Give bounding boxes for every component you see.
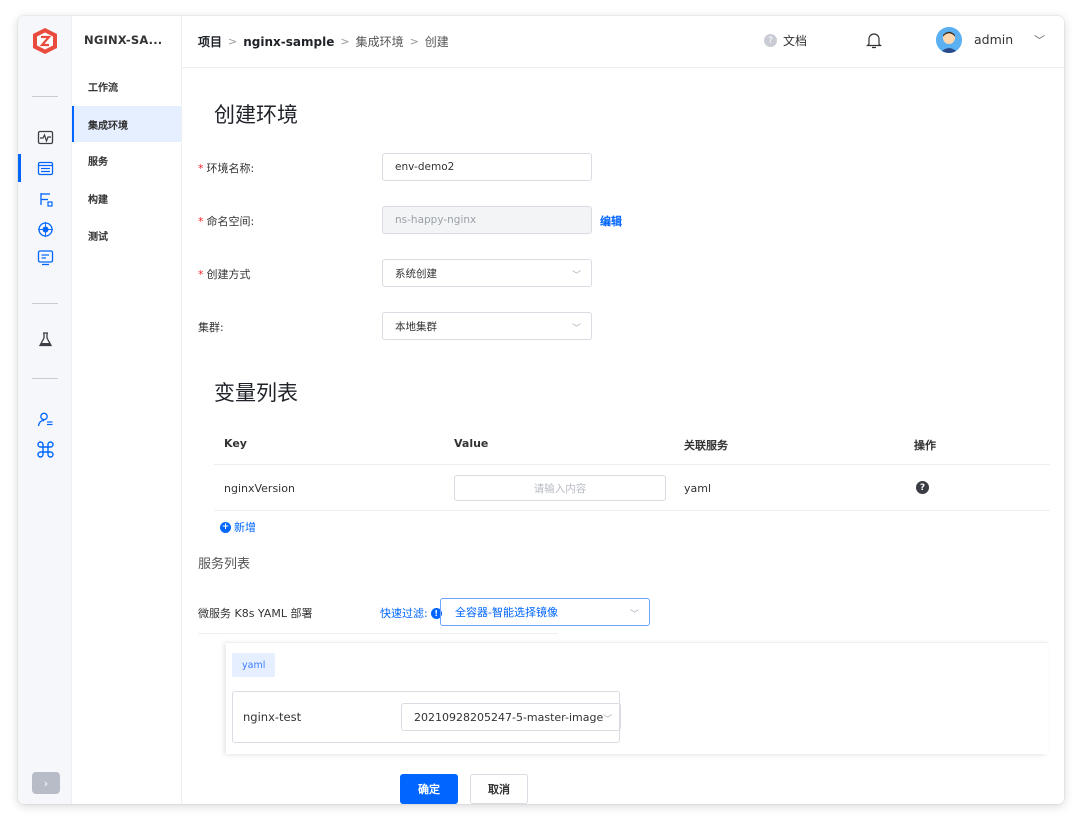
sidebar-item-build[interactable]: 构建 <box>72 180 181 216</box>
app-window: › NGINX-SA... 工作流 集成环境 服务 构建 测试 项目 > ngi… <box>18 16 1064 804</box>
breadcrumb-projects[interactable]: 项目 <box>198 33 222 50</box>
project-name[interactable]: NGINX-SA... <box>84 33 162 47</box>
quick-filter-value: 全容器-智能选择镜像 <box>455 606 558 619</box>
username[interactable]: admin <box>974 32 1013 47</box>
namespace-label: * 命名空间: <box>198 215 255 228</box>
docs-label: 文档 <box>783 34 808 48</box>
project-sidebar: NGINX-SA... 工作流 集成环境 服务 构建 测试 <box>72 16 182 804</box>
col-header-action: 操作 <box>914 439 936 452</box>
cluster-label: 集群: <box>198 321 224 334</box>
breadcrumb-create: 创建 <box>424 35 449 49</box>
project-list-icon[interactable] <box>32 157 58 179</box>
sidebar-item-services[interactable]: 服务 <box>72 142 181 178</box>
section-divider <box>198 633 558 634</box>
col-header-key: Key <box>224 437 247 450</box>
command-icon[interactable] <box>32 438 58 460</box>
service-row: nginx-test 20210928205247-5-master-image… <box>232 691 621 743</box>
var-key-cell: nginxVersion <box>224 482 295 495</box>
help-circle-icon: ? <box>764 34 777 47</box>
logo-icon[interactable] <box>30 26 60 56</box>
add-variable-button[interactable]: + 新增 <box>220 519 256 535</box>
top-header: 项目 > nginx-sample > 集成环境 > 创建 ? 文档 admin… <box>182 16 1064 68</box>
image-value: 20210928205247-5-master-image <box>414 710 604 724</box>
chevron-right-icon: › <box>43 776 49 790</box>
col-header-service: 关联服务 <box>684 439 728 452</box>
confirm-button[interactable]: 确定 <box>400 774 458 804</box>
collapse-sidebar-button[interactable]: › <box>32 772 60 794</box>
rail-divider <box>32 96 58 97</box>
breadcrumb: 项目 > nginx-sample > 集成环境 > 创建 <box>198 33 449 50</box>
breadcrumb-project[interactable]: nginx-sample <box>243 35 334 49</box>
chevron-down-icon: ﹀ <box>571 271 581 281</box>
env-name-label: * 环境名称: <box>198 162 255 175</box>
create-method-value: 系统创建 <box>395 267 437 280</box>
create-method-select[interactable]: 系统创建 ﹀ <box>382 259 592 287</box>
rail-divider <box>32 378 58 379</box>
breadcrumb-separator: > <box>340 35 350 48</box>
chevron-down-icon: ﹀ <box>602 715 612 725</box>
chevron-down-icon: ﹀ <box>571 324 581 334</box>
breadcrumb-environments[interactable]: 集成环境 <box>356 33 404 50</box>
main-content: 创建环境 * 环境名称: env-demo2 * 命名空间: ns-happy-ng… <box>182 69 1064 804</box>
tree-icon[interactable] <box>32 188 58 210</box>
sidebar-item-test[interactable]: 测试 <box>72 217 181 253</box>
rail-divider <box>32 303 58 304</box>
create-method-label: * 创建方式 <box>198 268 251 281</box>
env-name-input[interactable]: env-demo2 <box>382 153 592 181</box>
var-service-cell: yaml <box>684 482 712 495</box>
sidebar-item-workflow[interactable]: 工作流 <box>72 68 181 104</box>
service-group-card: yaml nginx-test 20210928205247-5-master-… <box>226 642 1048 754</box>
bell-icon[interactable] <box>866 31 882 49</box>
docs-link[interactable]: ? 文档 <box>764 32 807 49</box>
monitor-icon[interactable] <box>32 126 58 148</box>
cancel-button[interactable]: 取消 <box>470 774 528 804</box>
flask-icon[interactable] <box>32 328 58 350</box>
var-value-input[interactable]: 请输入内容 <box>454 475 666 501</box>
chevron-down-icon[interactable]: ﹀ <box>1034 32 1045 48</box>
cluster-select[interactable]: 本地集群 ﹀ <box>382 312 592 340</box>
quick-filter-select[interactable]: 全容器-智能选择镜像 ﹀ <box>440 598 650 626</box>
avatar[interactable] <box>936 27 962 53</box>
service-tag[interactable]: yaml <box>232 653 276 677</box>
image-select[interactable]: 20210928205247-5-master-image ﹀ <box>401 703 621 731</box>
edit-namespace-link[interactable]: 编辑 <box>600 213 622 229</box>
quick-filter-label: 快速过滤: ! <box>380 605 442 621</box>
user-settings-icon[interactable] <box>32 408 58 430</box>
deploy-type-label: 微服务 K8s YAML 部署 <box>198 607 313 620</box>
rail-active-indicator <box>18 154 21 182</box>
chevron-down-icon: ﹀ <box>629 610 639 620</box>
monitor-desktop-icon[interactable] <box>32 246 58 268</box>
cluster-value: 本地集群 <box>395 320 437 333</box>
breadcrumb-separator: > <box>228 35 238 48</box>
service-name: nginx-test <box>243 710 302 724</box>
plus-circle-icon: + <box>220 521 231 533</box>
add-variable-label: 新增 <box>234 521 256 534</box>
page-title: 创建环境 <box>214 103 298 127</box>
vars-section-title: 变量列表 <box>214 381 298 405</box>
help-icon[interactable]: ? <box>916 481 929 494</box>
table-divider <box>214 510 1050 511</box>
namespace-input: ns-happy-nginx <box>382 206 592 234</box>
cube-icon[interactable] <box>32 218 58 240</box>
sidebar-item-environments[interactable]: 集成环境 <box>72 106 181 142</box>
table-divider <box>214 464 1050 465</box>
breadcrumb-separator: > <box>409 35 419 48</box>
icon-rail: › <box>18 16 72 804</box>
services-section-title: 服务列表 <box>198 557 251 572</box>
col-header-value: Value <box>454 437 489 450</box>
